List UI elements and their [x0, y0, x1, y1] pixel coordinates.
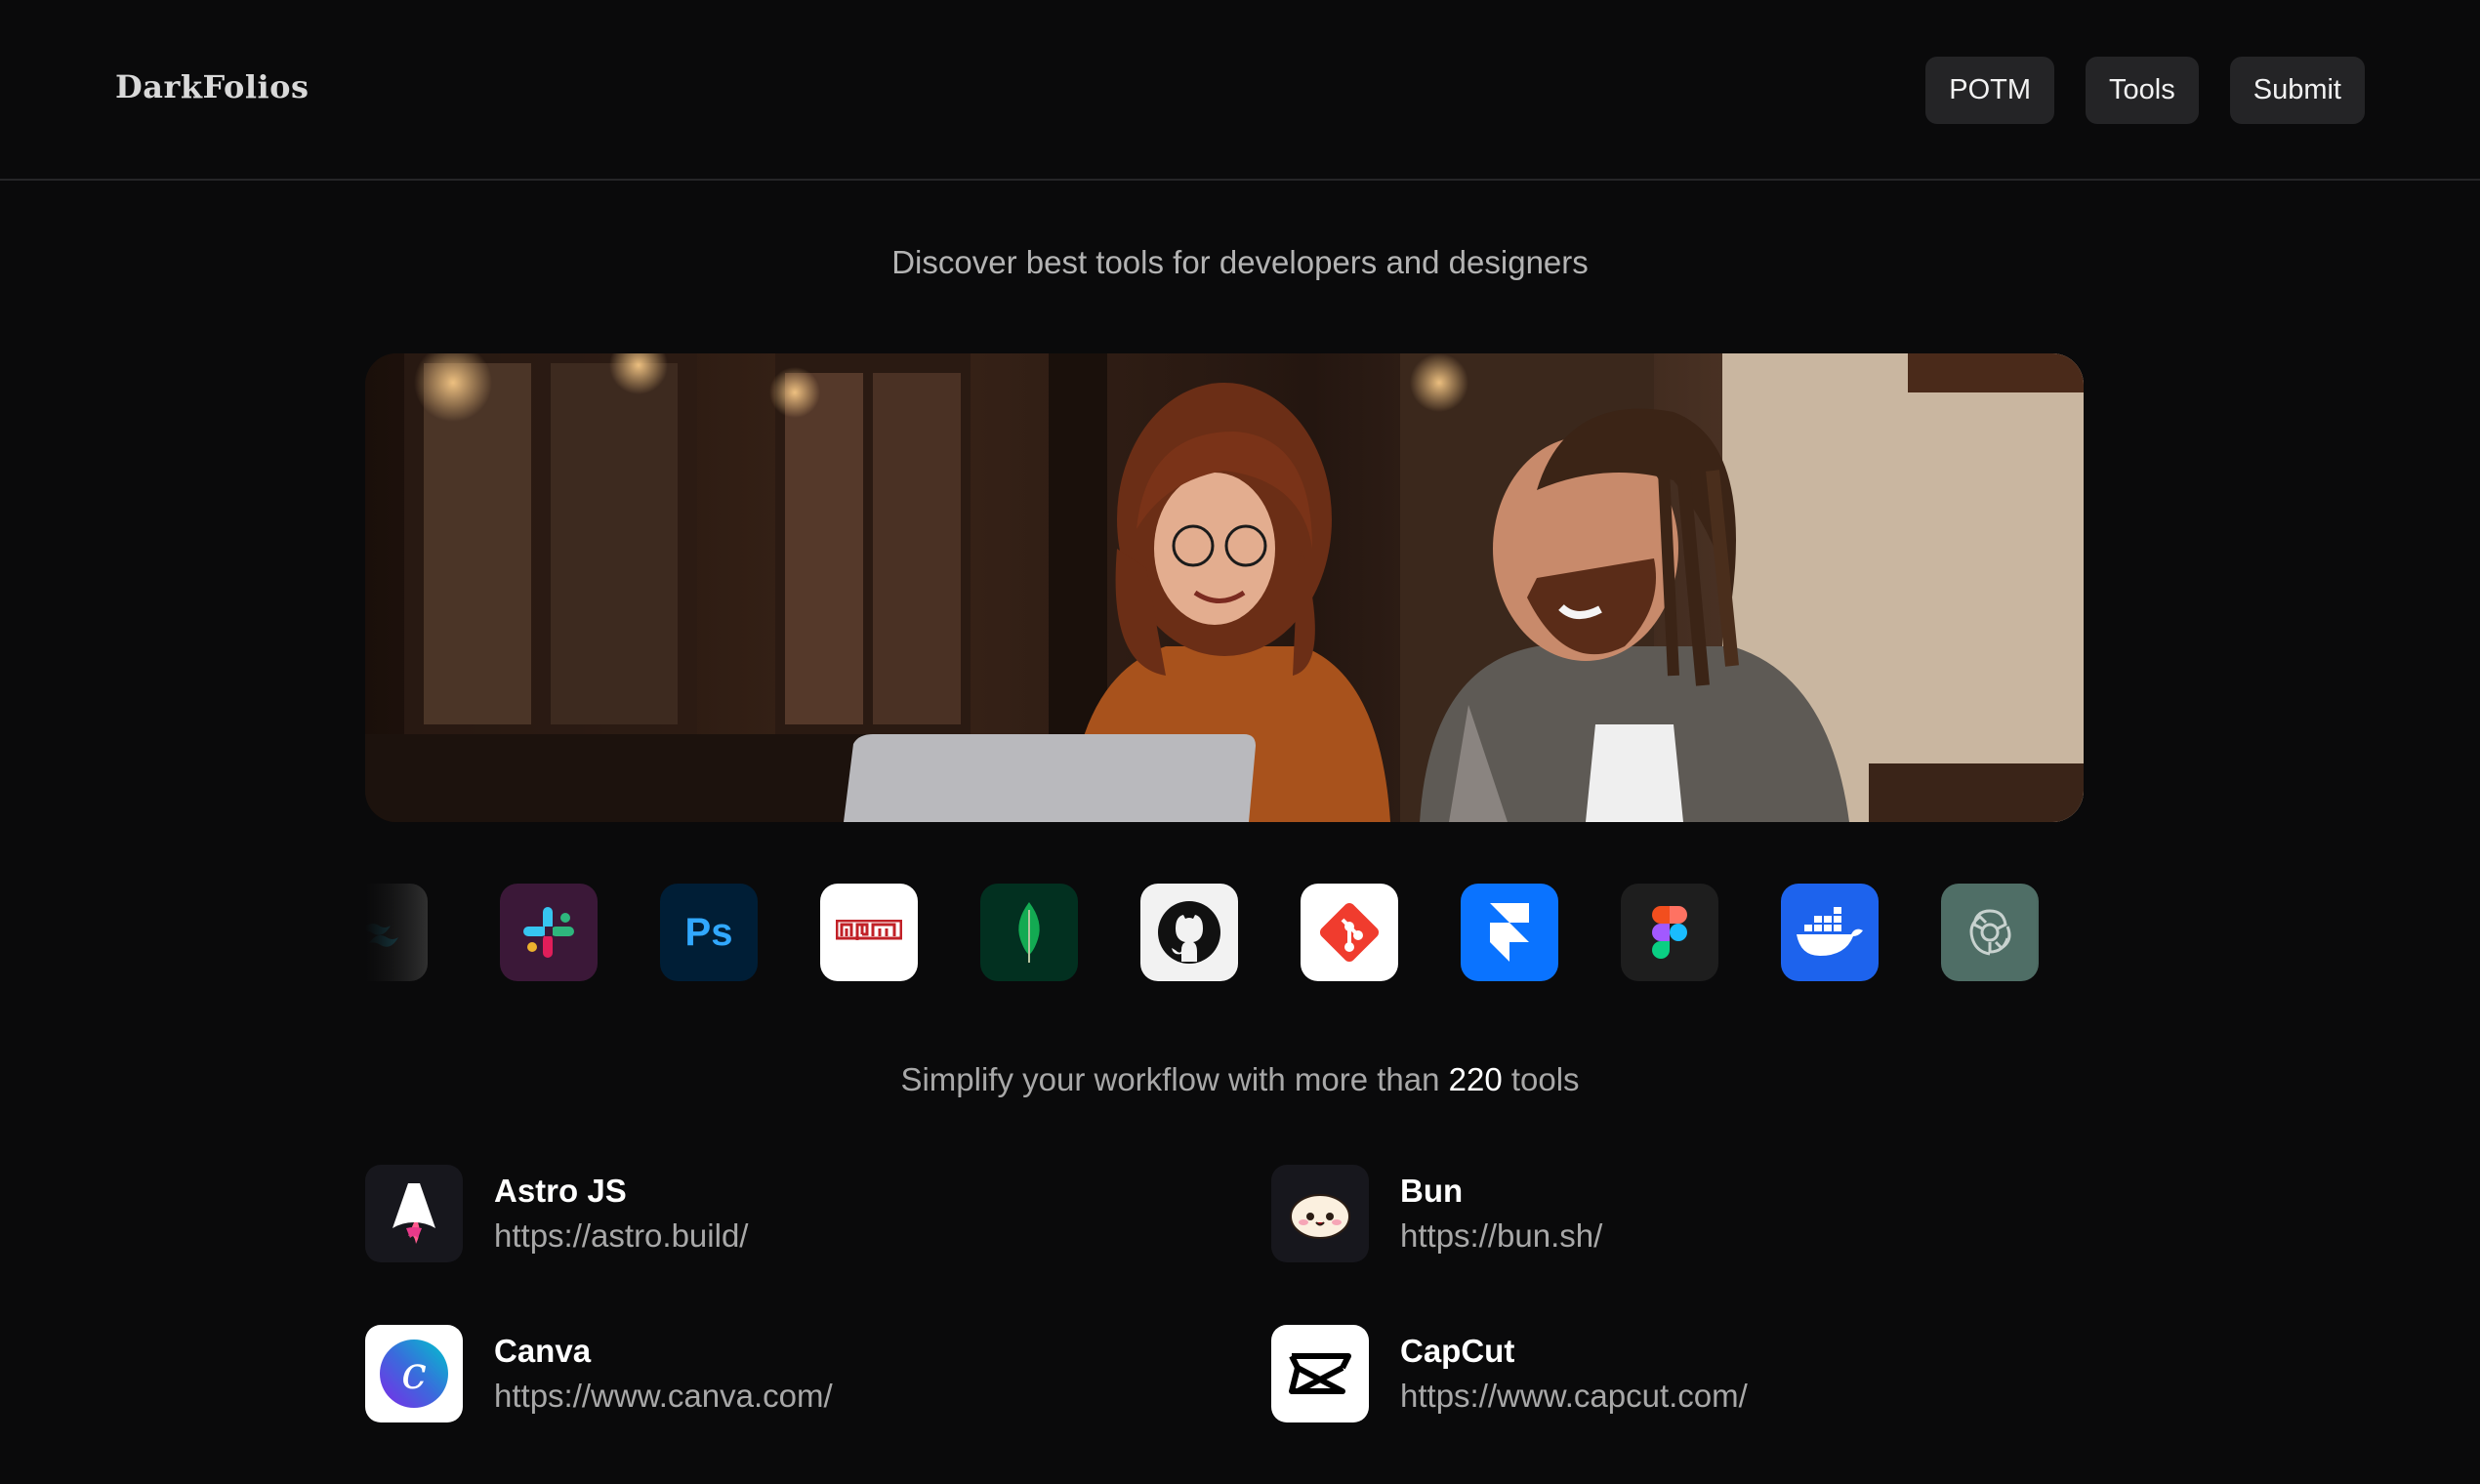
tool-name: Canva: [494, 1333, 592, 1369]
tool-name: Astro JS: [494, 1173, 627, 1209]
tool-card-bun[interactable]: Bun https://bun.sh/: [1271, 1165, 1602, 1262]
slack-icon[interactable]: [500, 884, 598, 981]
tool-name: CapCut: [1400, 1333, 1515, 1369]
tool-card-text: Canva https://www.canva.com/: [494, 1333, 833, 1415]
tools-count-subtitle: Simplify your workflow with more than 22…: [0, 1061, 2480, 1098]
tool-url[interactable]: https://www.canva.com/: [494, 1378, 833, 1415]
main-nav: POTM Tools Submit: [1925, 57, 2365, 124]
npm-icon[interactable]: [820, 884, 918, 981]
tool-card-astro[interactable]: Astro JS https://astro.build/: [365, 1165, 748, 1262]
photoshop-icon[interactable]: Ps: [660, 884, 758, 981]
hero-image: [365, 353, 2084, 822]
tool-card-capcut[interactable]: CapCut https://www.capcut.com/: [1271, 1325, 1748, 1422]
tool-url[interactable]: https://bun.sh/: [1400, 1217, 1602, 1255]
site-logo[interactable]: DarkFolios: [115, 68, 310, 105]
tool-card-canva[interactable]: c Canva https://www.canva.com/: [365, 1325, 833, 1422]
tool-name: Bun: [1400, 1173, 1464, 1209]
hero-photo-illustration: [365, 353, 2084, 822]
canva-icon: c: [365, 1325, 463, 1422]
tool-card-text: Astro JS https://astro.build/: [494, 1173, 748, 1255]
tool-url[interactable]: https://astro.build/: [494, 1217, 748, 1255]
tool-card-text: Bun https://bun.sh/: [1400, 1173, 1602, 1255]
mongodb-icon[interactable]: [980, 884, 1078, 981]
github-icon[interactable]: [1140, 884, 1238, 981]
svg-text:c: c: [401, 1346, 427, 1399]
nav-potm-button[interactable]: POTM: [1925, 57, 2055, 124]
hero-tagline: Discover best tools for developers and d…: [891, 244, 1589, 280]
carousel-fade-right: [2035, 884, 2113, 981]
bun-icon: [1271, 1165, 1369, 1262]
tools-count: 220: [1448, 1061, 1503, 1097]
docker-icon[interactable]: [1781, 884, 1879, 981]
photoshop-label: Ps: [684, 910, 733, 954]
tool-logo-carousel[interactable]: Ps: [365, 884, 2113, 981]
nav-submit-button[interactable]: Submit: [2229, 57, 2365, 124]
tool-url[interactable]: https://www.capcut.com/: [1400, 1378, 1748, 1415]
tool-card-text: CapCut https://www.capcut.com/: [1400, 1333, 1748, 1415]
framer-icon[interactable]: [1461, 884, 1558, 981]
openai-icon[interactable]: [1941, 884, 2039, 981]
site-header: DarkFolios POTM Tools Submit: [0, 0, 2480, 181]
figma-icon[interactable]: [1621, 884, 1718, 981]
subtitle-suffix: tools: [1502, 1061, 1580, 1097]
astro-icon: [365, 1165, 463, 1262]
tailwind-icon[interactable]: [365, 884, 428, 981]
subtitle-prefix: Simplify your workflow with more than: [900, 1061, 1449, 1097]
nav-tools-button[interactable]: Tools: [2086, 57, 2199, 124]
capcut-icon: [1271, 1325, 1369, 1422]
git-icon[interactable]: [1301, 884, 1398, 981]
